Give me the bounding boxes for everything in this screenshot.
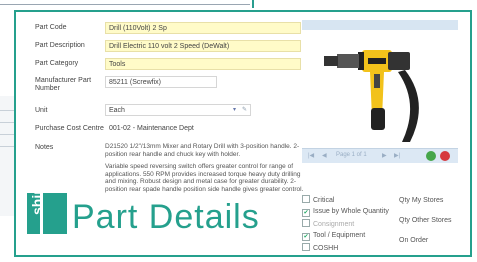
checkbox-icon	[302, 219, 310, 227]
purchase-cost-centre-field[interactable]: 001-02 - Maintenance Dept	[105, 122, 301, 134]
last-page-icon[interactable]: ▶|	[394, 152, 400, 159]
page-title: Part Details	[72, 198, 260, 236]
first-page-icon[interactable]: |◀	[308, 152, 314, 159]
qty-my-stores-label: Qty My Stores	[399, 197, 444, 204]
notes-paragraph-2: Variable speed reversing switch offers g…	[105, 163, 304, 193]
edit-icon[interactable]: ✎	[242, 105, 247, 115]
tool-equipment-checkbox[interactable]: ✔ Tool / Equipment	[302, 231, 365, 241]
background-list-row	[0, 110, 14, 111]
notes-label: Notes	[35, 144, 54, 151]
checkmark-icon: ✔	[302, 209, 310, 217]
part-category-field[interactable]: Tools	[105, 58, 301, 70]
notes-text[interactable]: D21520 1/2"/13mm Mixer and Rotary Drill …	[105, 143, 311, 198]
manufacturer-part-number-field[interactable]: 85211 (Screwfix)	[105, 76, 217, 88]
part-category-label: Part Category	[35, 60, 79, 67]
image-pager: |◀ ◀ Page 1 of 1 ▶ ▶|	[302, 148, 458, 163]
background-list-row	[0, 146, 14, 147]
qty-other-stores-label: Qty Other Stores	[399, 217, 452, 224]
checkmark-icon: ✔	[302, 233, 310, 241]
on-order-label: On Order	[399, 237, 429, 244]
prev-page-icon[interactable]: ◀	[322, 152, 327, 159]
part-code-label: Part Code	[35, 24, 67, 31]
next-page-icon[interactable]: ▶	[382, 152, 387, 159]
part-image-area	[302, 20, 458, 162]
checkbox-icon	[302, 195, 310, 203]
issue-by-whole-quantity-checkbox[interactable]: ✔ Issue by Whole Quantity	[302, 207, 389, 217]
delete-image-icon[interactable]	[440, 151, 450, 161]
part-description-field[interactable]: Drill Electric 110 volt 2 Speed (DeWalt)	[105, 40, 301, 52]
critical-checkbox[interactable]: Critical	[302, 195, 334, 205]
checkbox-icon	[302, 243, 310, 251]
unit-select[interactable]: Each ▾ ✎	[105, 104, 251, 116]
dropdown-arrow-icon[interactable]: ▾	[233, 105, 236, 115]
shire-logo: shire	[27, 182, 67, 234]
add-image-icon[interactable]	[426, 151, 436, 161]
unit-label: Unit	[35, 107, 48, 114]
image-header-bar	[302, 20, 458, 30]
drill-image	[324, 50, 419, 142]
background-list-strip	[0, 96, 14, 216]
background-list-row	[0, 134, 14, 135]
background-window-edge	[252, 0, 254, 8]
manufacturer-part-number-label: Manufacturer Part Number	[35, 77, 92, 92]
coshh-checkbox[interactable]: COSHH	[302, 243, 338, 253]
page-indicator: Page 1 of 1	[336, 152, 367, 158]
unit-value: Each	[109, 107, 125, 114]
consignment-checkbox[interactable]: Consignment	[302, 219, 354, 229]
notes-paragraph-1: D21520 1/2"/13mm Mixer and Rotary Drill …	[105, 143, 300, 158]
background-window-top	[0, 0, 250, 5]
part-description-label: Part Description	[35, 42, 85, 49]
part-code-field[interactable]: Drill (110Volt) 2 Sp	[105, 22, 301, 34]
purchase-cost-centre-label: Purchase Cost Centre	[35, 125, 104, 132]
background-list-row	[0, 122, 14, 123]
